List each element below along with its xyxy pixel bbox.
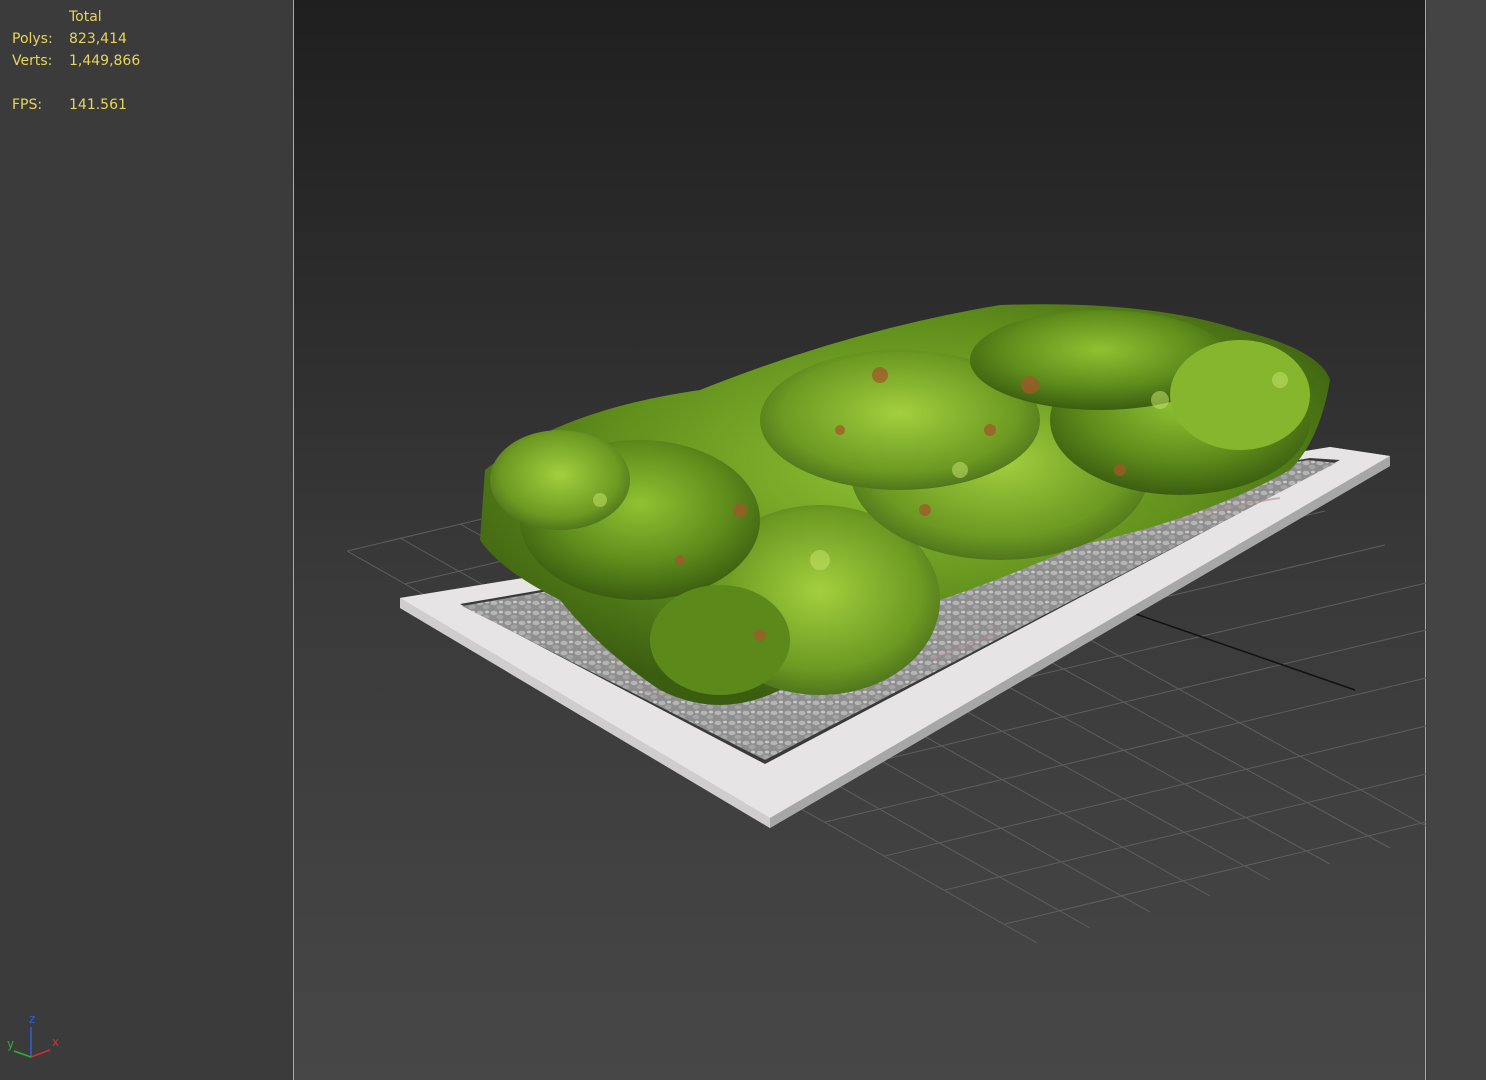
- viewport-scene: [346, 304, 1427, 944]
- hedge-foliage: [480, 304, 1330, 705]
- grid-axis-line: [1129, 611, 1356, 691]
